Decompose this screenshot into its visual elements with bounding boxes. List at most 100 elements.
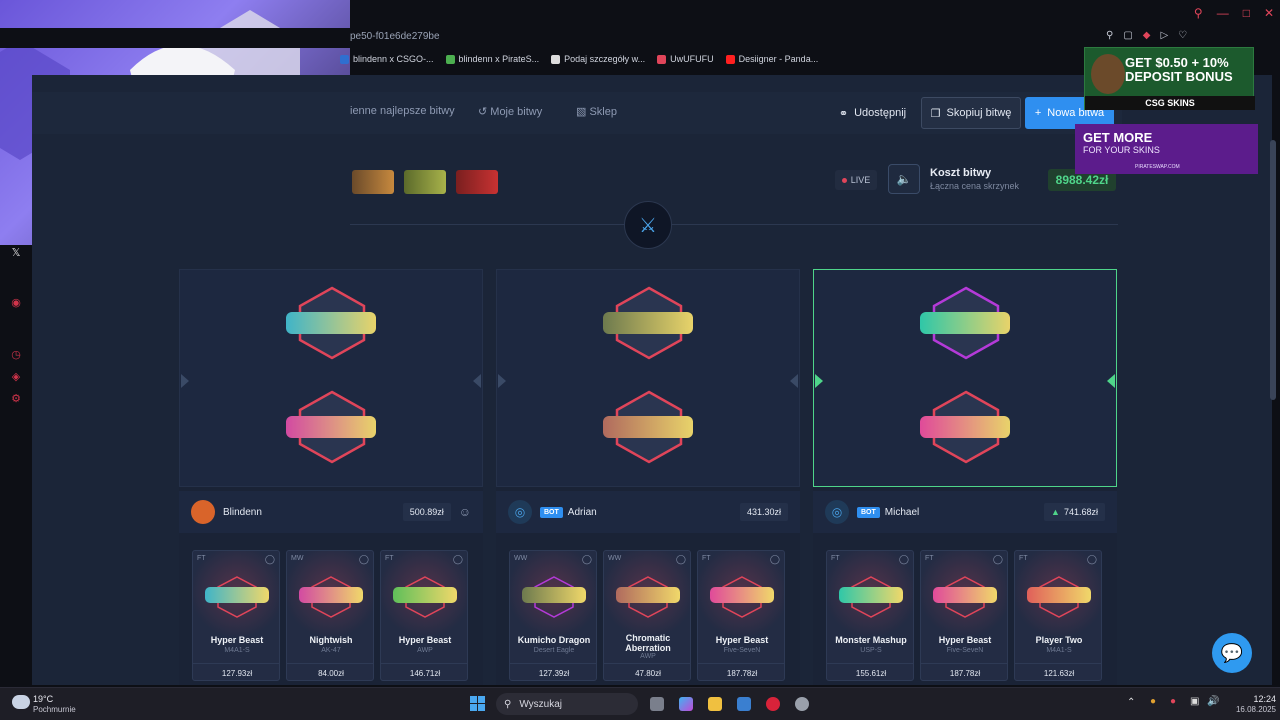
tray-app-icon[interactable]: ● — [1150, 696, 1156, 707]
csgoskins-ad[interactable]: GET $0.50 + 10% DEPOSIT BONUS CSG SKINS — [1084, 47, 1255, 110]
bookmark-item[interactable]: blindenn x CSGO-... — [340, 50, 434, 68]
close-icon[interactable]: ✕ — [1264, 6, 1274, 20]
play-icon[interactable]: ▷ — [1160, 30, 1168, 41]
case-thumbnail[interactable] — [352, 170, 394, 194]
player-name[interactable]: Michael — [885, 507, 1044, 518]
shield-icon[interactable]: ◯ — [265, 554, 275, 565]
won-item-card[interactable]: FT ◯ Hyper Beast Five-SeveN 187.78zł — [697, 550, 785, 681]
shield-icon[interactable]: ◯ — [1087, 554, 1097, 565]
microphone-icon[interactable]: ● — [1170, 696, 1176, 707]
item-condition: FT — [385, 555, 394, 562]
item-price: 187.78zł — [921, 663, 1007, 680]
volume-icon[interactable]: 🔊 — [1207, 696, 1219, 707]
won-item-card[interactable]: FT ◯ Hyper Beast M4A1-S 127.93zł — [192, 550, 280, 681]
minimize-icon[interactable]: — — [1217, 6, 1229, 20]
player-total-value-text: 741.68zł — [1063, 507, 1098, 517]
shield-icon[interactable]: ◯ — [993, 554, 1003, 565]
trend-up-icon: ▲ — [1051, 507, 1060, 517]
bookmark-item[interactable]: Desiigner - Panda... — [725, 50, 818, 68]
case-thumbnail[interactable] — [404, 170, 446, 194]
sound-toggle-button[interactable]: 🔈 — [888, 164, 920, 194]
item-price: 84.00zł — [287, 663, 373, 680]
nav-best-battles[interactable]: ienne najlepsze bitwy — [350, 105, 455, 117]
shield-icon[interactable]: ◯ — [582, 554, 592, 565]
bookmark-item[interactable]: UwUFUFU — [657, 50, 714, 68]
maximize-icon[interactable]: □ — [1243, 6, 1250, 20]
player-name[interactable]: Blindenn — [223, 507, 403, 518]
chat-button[interactable]: 💬 — [1212, 633, 1252, 673]
screenshot-icon[interactable]: ▢ — [1123, 30, 1132, 41]
emoji-icon[interactable]: ☺ — [459, 505, 471, 519]
shield-icon[interactable]: ◯ — [676, 554, 686, 565]
chevron-up-icon[interactable]: ⌃ — [1127, 697, 1135, 708]
reel-arrow-left-icon — [815, 374, 823, 388]
window-controls: ⚲ — □ ✕ — [1194, 6, 1274, 20]
x-icon[interactable]: 𝕏 — [10, 247, 22, 259]
won-item-card[interactable]: WW ◯ Kumicho Dragon Desert Eagle 127.39z… — [509, 550, 597, 681]
nav-my-battles-label: Moje bitwy — [490, 106, 543, 118]
won-item-card[interactable]: WW ◯ Chromatic Aberration AWP 47.80zł — [603, 550, 691, 681]
nav-my-battles[interactable]: ↺ Moje bitwy — [478, 105, 542, 118]
pin-icon[interactable]: ⚲ — [1106, 30, 1113, 41]
nav-shop[interactable]: ▧ Sklep — [576, 105, 617, 118]
cloud-icon — [12, 695, 30, 709]
item-condition: FT — [831, 555, 840, 562]
item-price: 121.63zł — [1015, 663, 1101, 680]
search-icon[interactable]: ⚲ — [1194, 6, 1203, 20]
share-button[interactable]: ⚭ Udostępnij — [830, 97, 915, 129]
gear-icon[interactable]: ⚙ — [10, 393, 22, 405]
clock-icon[interactable]: ◷ — [10, 349, 22, 361]
shield-icon[interactable]: ◯ — [453, 554, 463, 565]
shield-icon[interactable]: ◯ — [770, 554, 780, 565]
copy-battle-button[interactable]: ❐ Skopiuj bitwę — [921, 97, 1021, 129]
shield-icon[interactable]: ◆ — [1143, 30, 1151, 41]
won-item-card[interactable]: FT ◯ Hyper Beast Five-SeveN 187.78zł — [920, 550, 1008, 681]
bookmark-label: blindenn x CSGO-... — [353, 54, 434, 64]
bookmark-item[interactable]: blindenn x PirateS... — [445, 50, 539, 68]
item-condition: FT — [702, 555, 711, 562]
cube-icon[interactable]: ◈ — [10, 371, 22, 383]
store-icon[interactable] — [737, 697, 751, 711]
item-name: Hyper Beast — [938, 635, 992, 645]
item-weapon-type: USP-S — [860, 647, 882, 654]
steam-icon[interactable] — [795, 697, 809, 711]
player-name[interactable]: Adrian — [568, 507, 740, 518]
avatar[interactable] — [191, 500, 215, 524]
ad-subheadline: DEPOSIT BONUS — [1125, 69, 1233, 84]
item-price: 155.61zł — [827, 663, 913, 680]
player-row: Blindenn 500.89zł ☺ — [179, 491, 483, 533]
live-dot-icon — [841, 177, 847, 183]
file-explorer-icon[interactable] — [708, 697, 722, 711]
plus-icon: + — [1034, 107, 1042, 119]
heart-icon[interactable]: ♡ — [1178, 30, 1187, 41]
player-row: ◎ BOT Adrian 431.30zł — [496, 491, 800, 533]
search-placeholder: Wyszukaj — [519, 698, 563, 710]
play-circle-icon[interactable]: ◉ — [10, 297, 22, 309]
item-condition: WW — [608, 555, 622, 562]
item-condition: WW — [514, 555, 528, 562]
taskbar-search[interactable]: ⚲ Wyszukaj — [496, 693, 638, 715]
won-item-card[interactable]: FT ◯ Hyper Beast AWP 146.71zł — [380, 550, 468, 681]
won-item-card[interactable]: FT ◯ Monster Mashup USP-S 155.61zł — [826, 550, 914, 681]
case-thumbnail[interactable] — [456, 170, 498, 194]
shield-icon[interactable]: ◯ — [359, 554, 369, 565]
network-icon[interactable]: ▣ — [1190, 696, 1199, 707]
pirateswap-ad[interactable]: GET MORE FOR YOUR SKINS PIRATESWAP.COM — [1075, 124, 1258, 174]
weather-temperature[interactable]: 19°C — [33, 694, 53, 704]
shield-icon[interactable]: ◯ — [899, 554, 909, 565]
won-item-card[interactable]: FT ◯ Player Two M4A1-S 121.63zł — [1014, 550, 1102, 681]
bot-badge: BOT — [540, 506, 563, 518]
windows-start-icon[interactable] — [470, 696, 485, 711]
bookmark-item[interactable]: Podaj szczegóły w... — [551, 50, 645, 68]
battle-cost-subtitle: Łączna cena skrzynek — [930, 181, 1020, 191]
page-scrollbar[interactable] — [1270, 140, 1276, 400]
opera-gx-icon[interactable] — [766, 697, 780, 711]
clock-time[interactable]: 12:24 — [1236, 694, 1276, 704]
copilot-icon[interactable] — [679, 697, 693, 711]
task-view-icon[interactable] — [650, 697, 664, 711]
address-bar[interactable]: pe50-f01e6de279be — [0, 28, 1280, 48]
player-column: ◎ BOT Michael ▲ 741.68zł FT ◯ Monster Mashup… — [813, 269, 1117, 685]
won-items-list: WW ◯ Kumicho Dragon Desert Eagle 127.39z… — [509, 550, 785, 681]
won-item-card[interactable]: MW ◯ Nightwish AK-47 84.00zł — [286, 550, 374, 681]
ad-headline: GET MORE — [1083, 130, 1153, 145]
